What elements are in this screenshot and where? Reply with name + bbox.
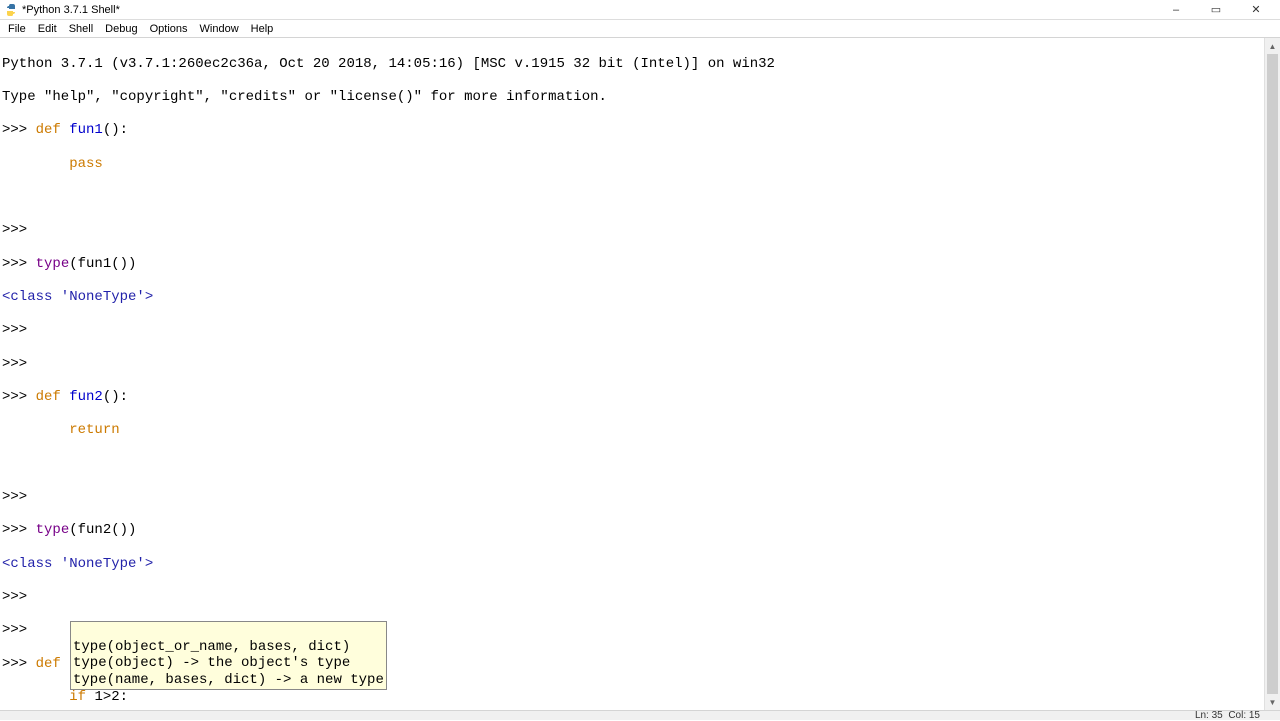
calltip-line: type(object_or_name, bases, dict)	[73, 639, 350, 655]
scroll-down-arrow-icon[interactable]: ▼	[1265, 694, 1280, 710]
code-line: pass	[2, 156, 1278, 173]
banner-line: Python 3.7.1 (v3.7.1:260ec2c36a, Oct 20 …	[2, 56, 1278, 73]
titlebar: *Python 3.7.1 Shell* – ▭ ✕	[0, 0, 1280, 20]
code-line: if 1>2:	[2, 689, 1278, 706]
menu-help[interactable]: Help	[245, 20, 280, 38]
menu-options[interactable]: Options	[144, 20, 194, 38]
menubar: File Edit Shell Debug Options Window Hel…	[0, 20, 1280, 38]
output-line: <class 'NoneType'>	[2, 289, 1278, 306]
statusbar: Ln: 35 Col: 15	[0, 710, 1280, 720]
window-title: *Python 3.7.1 Shell*	[22, 4, 120, 16]
prompt-line: >>>	[2, 322, 1278, 339]
calltip-line: type(name, bases, dict) -> a new type	[73, 672, 384, 688]
prompt-line: >>>	[2, 356, 1278, 373]
blank-line	[2, 189, 1278, 206]
code-line: >>> def fun1():	[2, 122, 1278, 139]
prompt-line: >>>	[2, 589, 1278, 606]
code-line: >>> def fun2():	[2, 389, 1278, 406]
close-button[interactable]: ✕	[1236, 0, 1276, 20]
menu-window[interactable]: Window	[194, 20, 245, 38]
banner-line: Type "help", "copyright", "credits" or "…	[2, 89, 1278, 106]
blank-line	[2, 456, 1278, 473]
calltip: type(object_or_name, bases, dict) type(o…	[70, 621, 387, 690]
calltip-line: type(object) -> the object's type	[73, 655, 350, 671]
code-line: return	[2, 422, 1278, 439]
menu-shell[interactable]: Shell	[63, 20, 99, 38]
minimize-button[interactable]: –	[1156, 0, 1196, 20]
code-line: >>> type(fun2())	[2, 522, 1278, 539]
vertical-scrollbar[interactable]: ▲ ▼	[1264, 38, 1280, 710]
shell-editor[interactable]: Python 3.7.1 (v3.7.1:260ec2c36a, Oct 20 …	[0, 38, 1280, 710]
scroll-up-arrow-icon[interactable]: ▲	[1265, 38, 1280, 54]
menu-edit[interactable]: Edit	[32, 20, 63, 38]
maximize-button[interactable]: ▭	[1196, 0, 1236, 20]
prompt-line: >>>	[2, 222, 1278, 239]
status-col: Col: 15	[1228, 710, 1260, 721]
prompt-line: >>>	[2, 489, 1278, 506]
scrollbar-thumb[interactable]	[1267, 54, 1278, 694]
output-line: <class 'NoneType'>	[2, 556, 1278, 573]
python-icon	[4, 3, 18, 17]
code-line: >>> type(fun1())	[2, 256, 1278, 273]
status-line: Ln: 35	[1195, 710, 1223, 721]
menu-debug[interactable]: Debug	[99, 20, 143, 38]
menu-file[interactable]: File	[2, 20, 32, 38]
